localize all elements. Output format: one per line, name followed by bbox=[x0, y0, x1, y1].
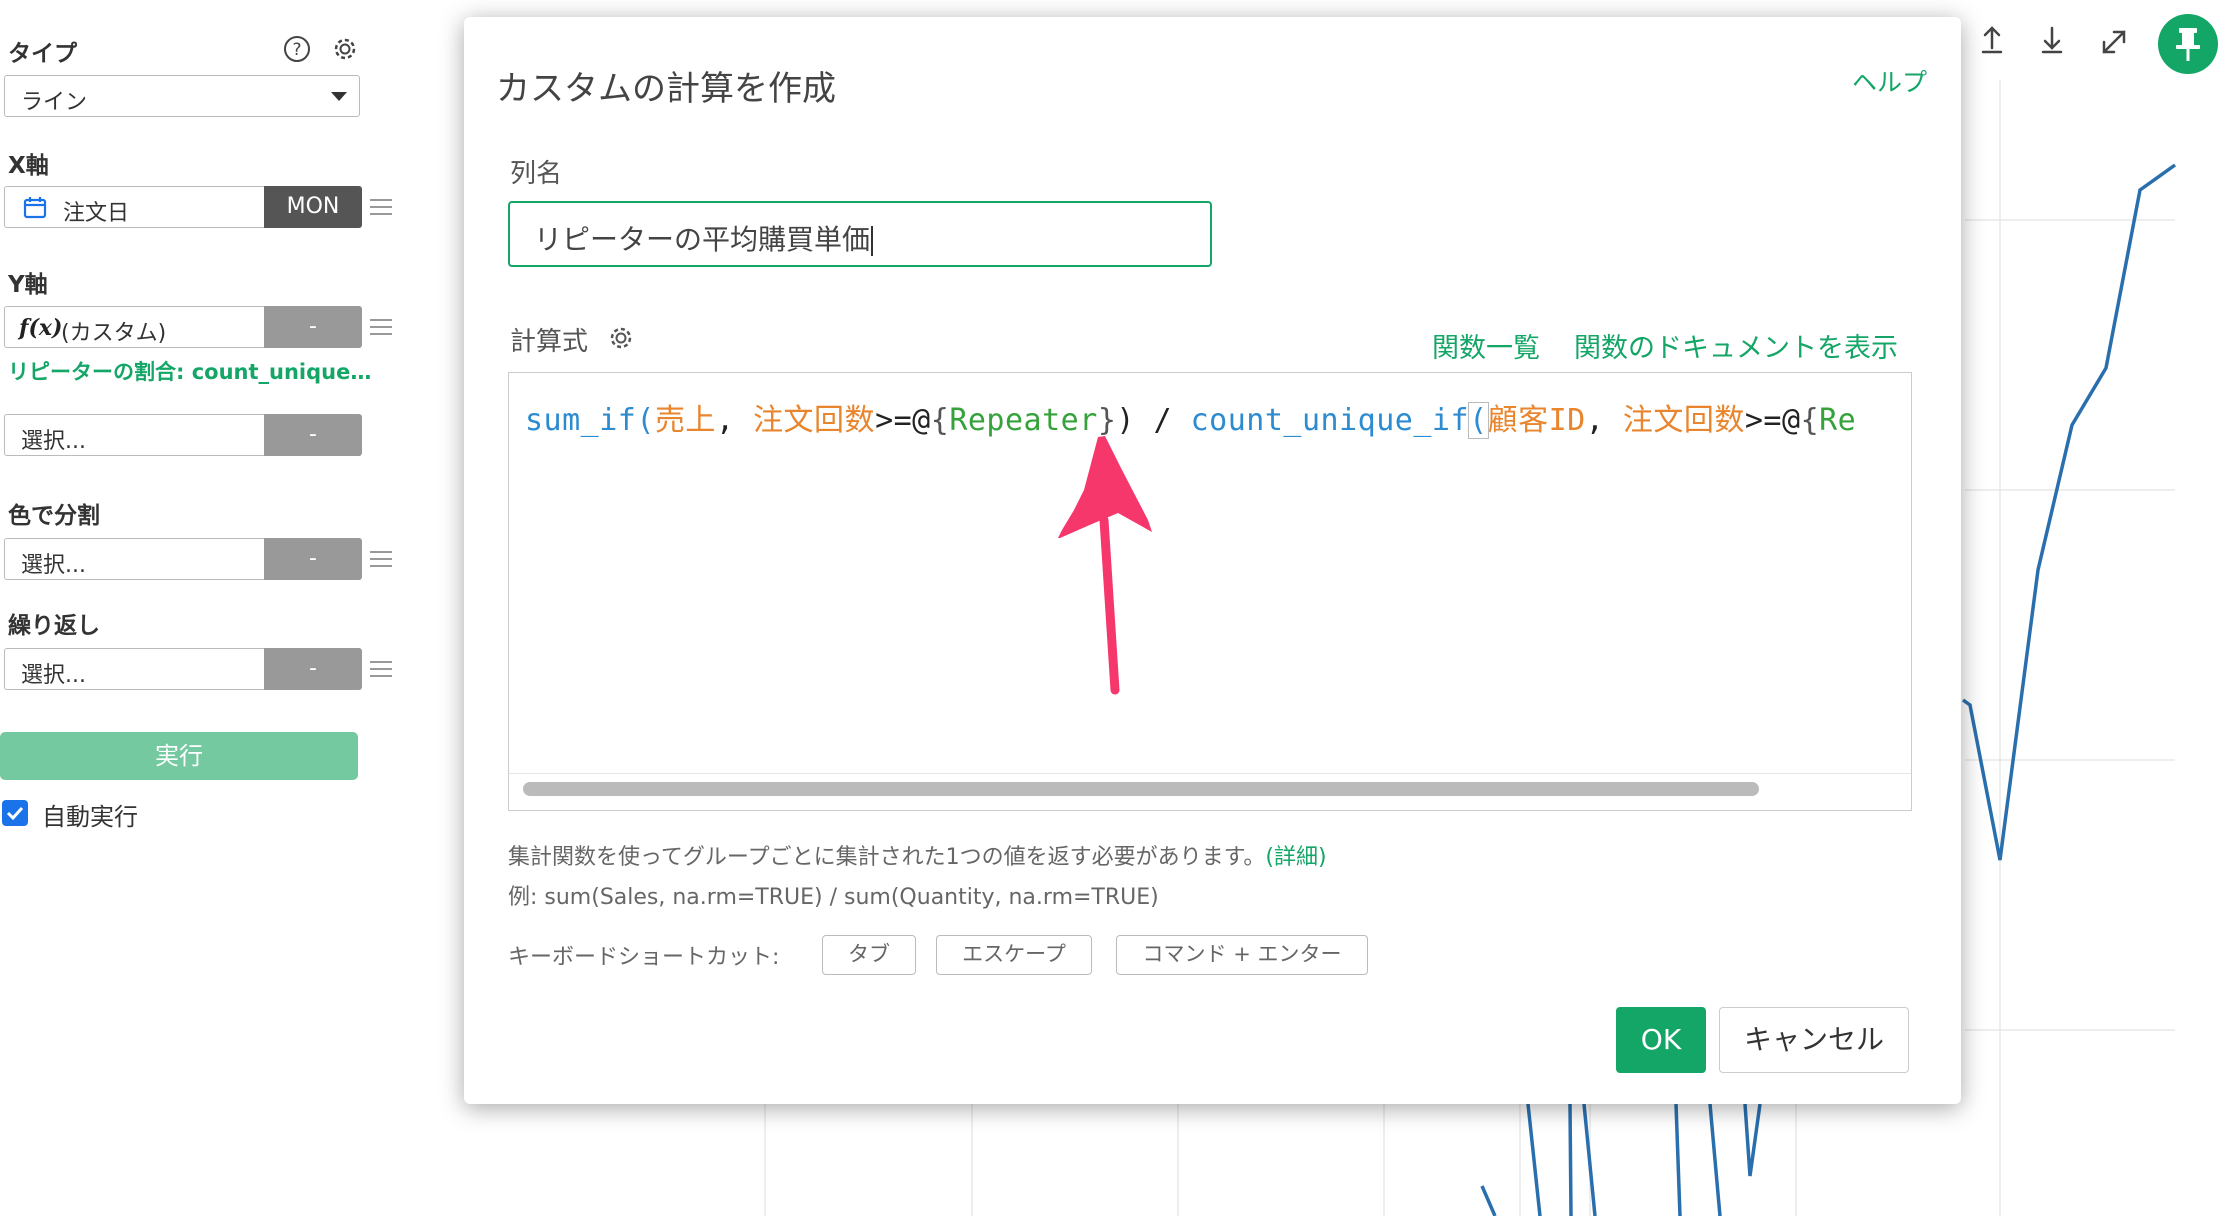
function-list-link[interactable]: 関数一覧 bbox=[1432, 326, 1540, 365]
code-token-brace: { bbox=[1800, 403, 1820, 438]
series-line-segment bbox=[1568, 1103, 1573, 1217]
color-select-label: 選択... bbox=[21, 553, 86, 578]
checkmark-icon bbox=[6, 806, 24, 821]
formula-hint: 集計関数を使ってグループごとに集計された1つの値を返す必要があります。(詳細) bbox=[508, 839, 1327, 871]
x-axis-column-label: 注文日 bbox=[63, 201, 130, 226]
formula-example: 例: sum(Sales, na.rm=TRUE) / sum(Quantity… bbox=[508, 885, 1159, 910]
repeat-select-label: 選択... bbox=[21, 663, 86, 688]
function-docs-link[interactable]: 関数のドキュメントを表示 bbox=[1574, 326, 1898, 365]
code-token-brace: { bbox=[930, 403, 950, 438]
code-token-column: 注文回数 bbox=[1622, 403, 1745, 438]
y-axis-column[interactable]: f(x) (カスタム) bbox=[4, 306, 264, 348]
series-line-segment bbox=[1961, 163, 2177, 861]
code-token-column: 顧客ID bbox=[1487, 403, 1586, 438]
y-axis-custom-summary[interactable]: リピーターの割合: count_unique… bbox=[8, 356, 371, 386]
series-line-segment bbox=[1743, 1103, 1762, 1177]
menu-icon[interactable] bbox=[370, 199, 392, 215]
text-cursor bbox=[871, 226, 874, 256]
upload-icon bbox=[1981, 26, 2003, 54]
y-axis-column-label: (カスタム) bbox=[61, 321, 167, 346]
y-axis-column-2[interactable]: 選択... bbox=[4, 414, 264, 456]
shortcut-label: キーボードショートカット: bbox=[508, 945, 780, 970]
series-line-segment bbox=[1674, 1103, 1682, 1217]
calendar-icon bbox=[23, 197, 47, 219]
shortcut-cmd-enter-key: コマンド + エンター bbox=[1116, 935, 1368, 975]
y2-select-label: 選択... bbox=[21, 429, 86, 454]
gear-icon[interactable] bbox=[606, 323, 636, 353]
code-token-comma: , bbox=[715, 403, 754, 438]
y-axis-title: Y軸 bbox=[8, 272, 48, 298]
code-token-parameter: Re bbox=[1819, 403, 1857, 438]
code-token-function: sum_if bbox=[525, 403, 637, 438]
code-token-operator: >=@ bbox=[1744, 403, 1801, 438]
code-token-function: count_unique_if bbox=[1190, 403, 1470, 438]
details-link[interactable]: (詳細) bbox=[1265, 845, 1326, 870]
formula-label: 計算式 bbox=[510, 327, 589, 357]
dialog-title: カスタムの計算を作成 bbox=[496, 69, 836, 109]
color-split-title: 色で分割 bbox=[8, 503, 100, 529]
code-token-comma: , bbox=[1585, 403, 1623, 438]
chevron-down-icon bbox=[331, 92, 347, 101]
help-link[interactable]: ヘルプ bbox=[1852, 63, 1927, 99]
y2-agg-button[interactable]: - bbox=[264, 414, 362, 456]
auto-run-checkbox[interactable] bbox=[2, 800, 28, 826]
series-line bbox=[1480, 1185, 1497, 1217]
column-name-input[interactable]: リピーターの平均購買単価 bbox=[508, 201, 1212, 267]
type-title: タイプ bbox=[8, 41, 77, 67]
shortcut-escape-key: エスケープ bbox=[936, 935, 1092, 975]
annotation-arrow-icon bbox=[1058, 436, 1152, 695]
series-line-segment bbox=[1708, 1103, 1722, 1217]
chart-type-value: ライン bbox=[21, 90, 88, 115]
expand-icon bbox=[2102, 30, 2126, 54]
code-token-paren: ( bbox=[1468, 402, 1489, 439]
ok-button[interactable]: OK bbox=[1616, 1007, 1706, 1073]
series-line-segment bbox=[1526, 1103, 1542, 1217]
chart-type-select[interactable]: ライン bbox=[4, 75, 360, 117]
color-agg-button[interactable]: - bbox=[264, 538, 362, 580]
repeat-column[interactable]: 選択... bbox=[4, 648, 264, 690]
menu-icon[interactable] bbox=[370, 551, 392, 567]
repeat-title: 繰り返し bbox=[8, 613, 100, 639]
gear-icon[interactable] bbox=[330, 34, 360, 64]
chart-toolbar-icons bbox=[1981, 26, 2126, 54]
code-token-paren: ( bbox=[636, 403, 655, 438]
help-circle-icon[interactable]: ? bbox=[282, 34, 312, 64]
y-axis-agg-button[interactable]: - bbox=[264, 306, 362, 348]
repeat-agg-button[interactable]: - bbox=[264, 648, 362, 690]
pin-icon bbox=[2176, 28, 2200, 61]
scroll-track bbox=[509, 773, 1911, 774]
x-axis-title: X軸 bbox=[8, 153, 49, 179]
pin-button[interactable] bbox=[2158, 14, 2218, 74]
run-button[interactable]: 実行 bbox=[0, 732, 358, 780]
menu-icon[interactable] bbox=[370, 319, 392, 335]
formula-editor[interactable]: sum_if(売上, 注文回数>=@{Repeater}) / count_un… bbox=[508, 372, 1912, 811]
cancel-button[interactable]: キャンセル bbox=[1719, 1007, 1909, 1073]
x-axis-column[interactable]: 注文日 bbox=[4, 186, 264, 228]
function-icon: f(x) bbox=[19, 315, 63, 341]
custom-calculation-dialog: カスタムの計算を作成 ヘルプ 列名 リピーターの平均購買単価 計算式 関数一覧 … bbox=[464, 17, 1961, 1104]
horizontal-scrollbar[interactable] bbox=[523, 782, 1759, 796]
x-axis-unit-button[interactable]: MON bbox=[264, 186, 362, 228]
column-name-value: リピーターの平均購買単価 bbox=[534, 223, 871, 256]
chart-settings-sidebar: タイプ ? ライン X軸 注文日 MON Y軸 f(x) (カスタム) - リピ… bbox=[0, 0, 400, 1216]
auto-run-label: 自動実行 bbox=[42, 803, 138, 831]
code-token-column: 売上 bbox=[654, 403, 716, 438]
menu-icon[interactable] bbox=[370, 661, 392, 677]
chart-toolbar bbox=[1980, 22, 2160, 66]
shortcut-tab-key: タブ bbox=[822, 935, 916, 975]
color-split-column[interactable]: 選択... bbox=[4, 538, 264, 580]
code-token-operator: >=@ bbox=[875, 403, 931, 438]
column-name-label: 列名 bbox=[510, 159, 563, 189]
formula-hint-text: 集計関数を使ってグループごとに集計された1つの値を返す必要があります。 bbox=[508, 845, 1266, 870]
download-icon bbox=[2041, 26, 2063, 54]
code-token-column: 注文回数 bbox=[753, 403, 876, 438]
svg-text:?: ? bbox=[292, 40, 301, 60]
